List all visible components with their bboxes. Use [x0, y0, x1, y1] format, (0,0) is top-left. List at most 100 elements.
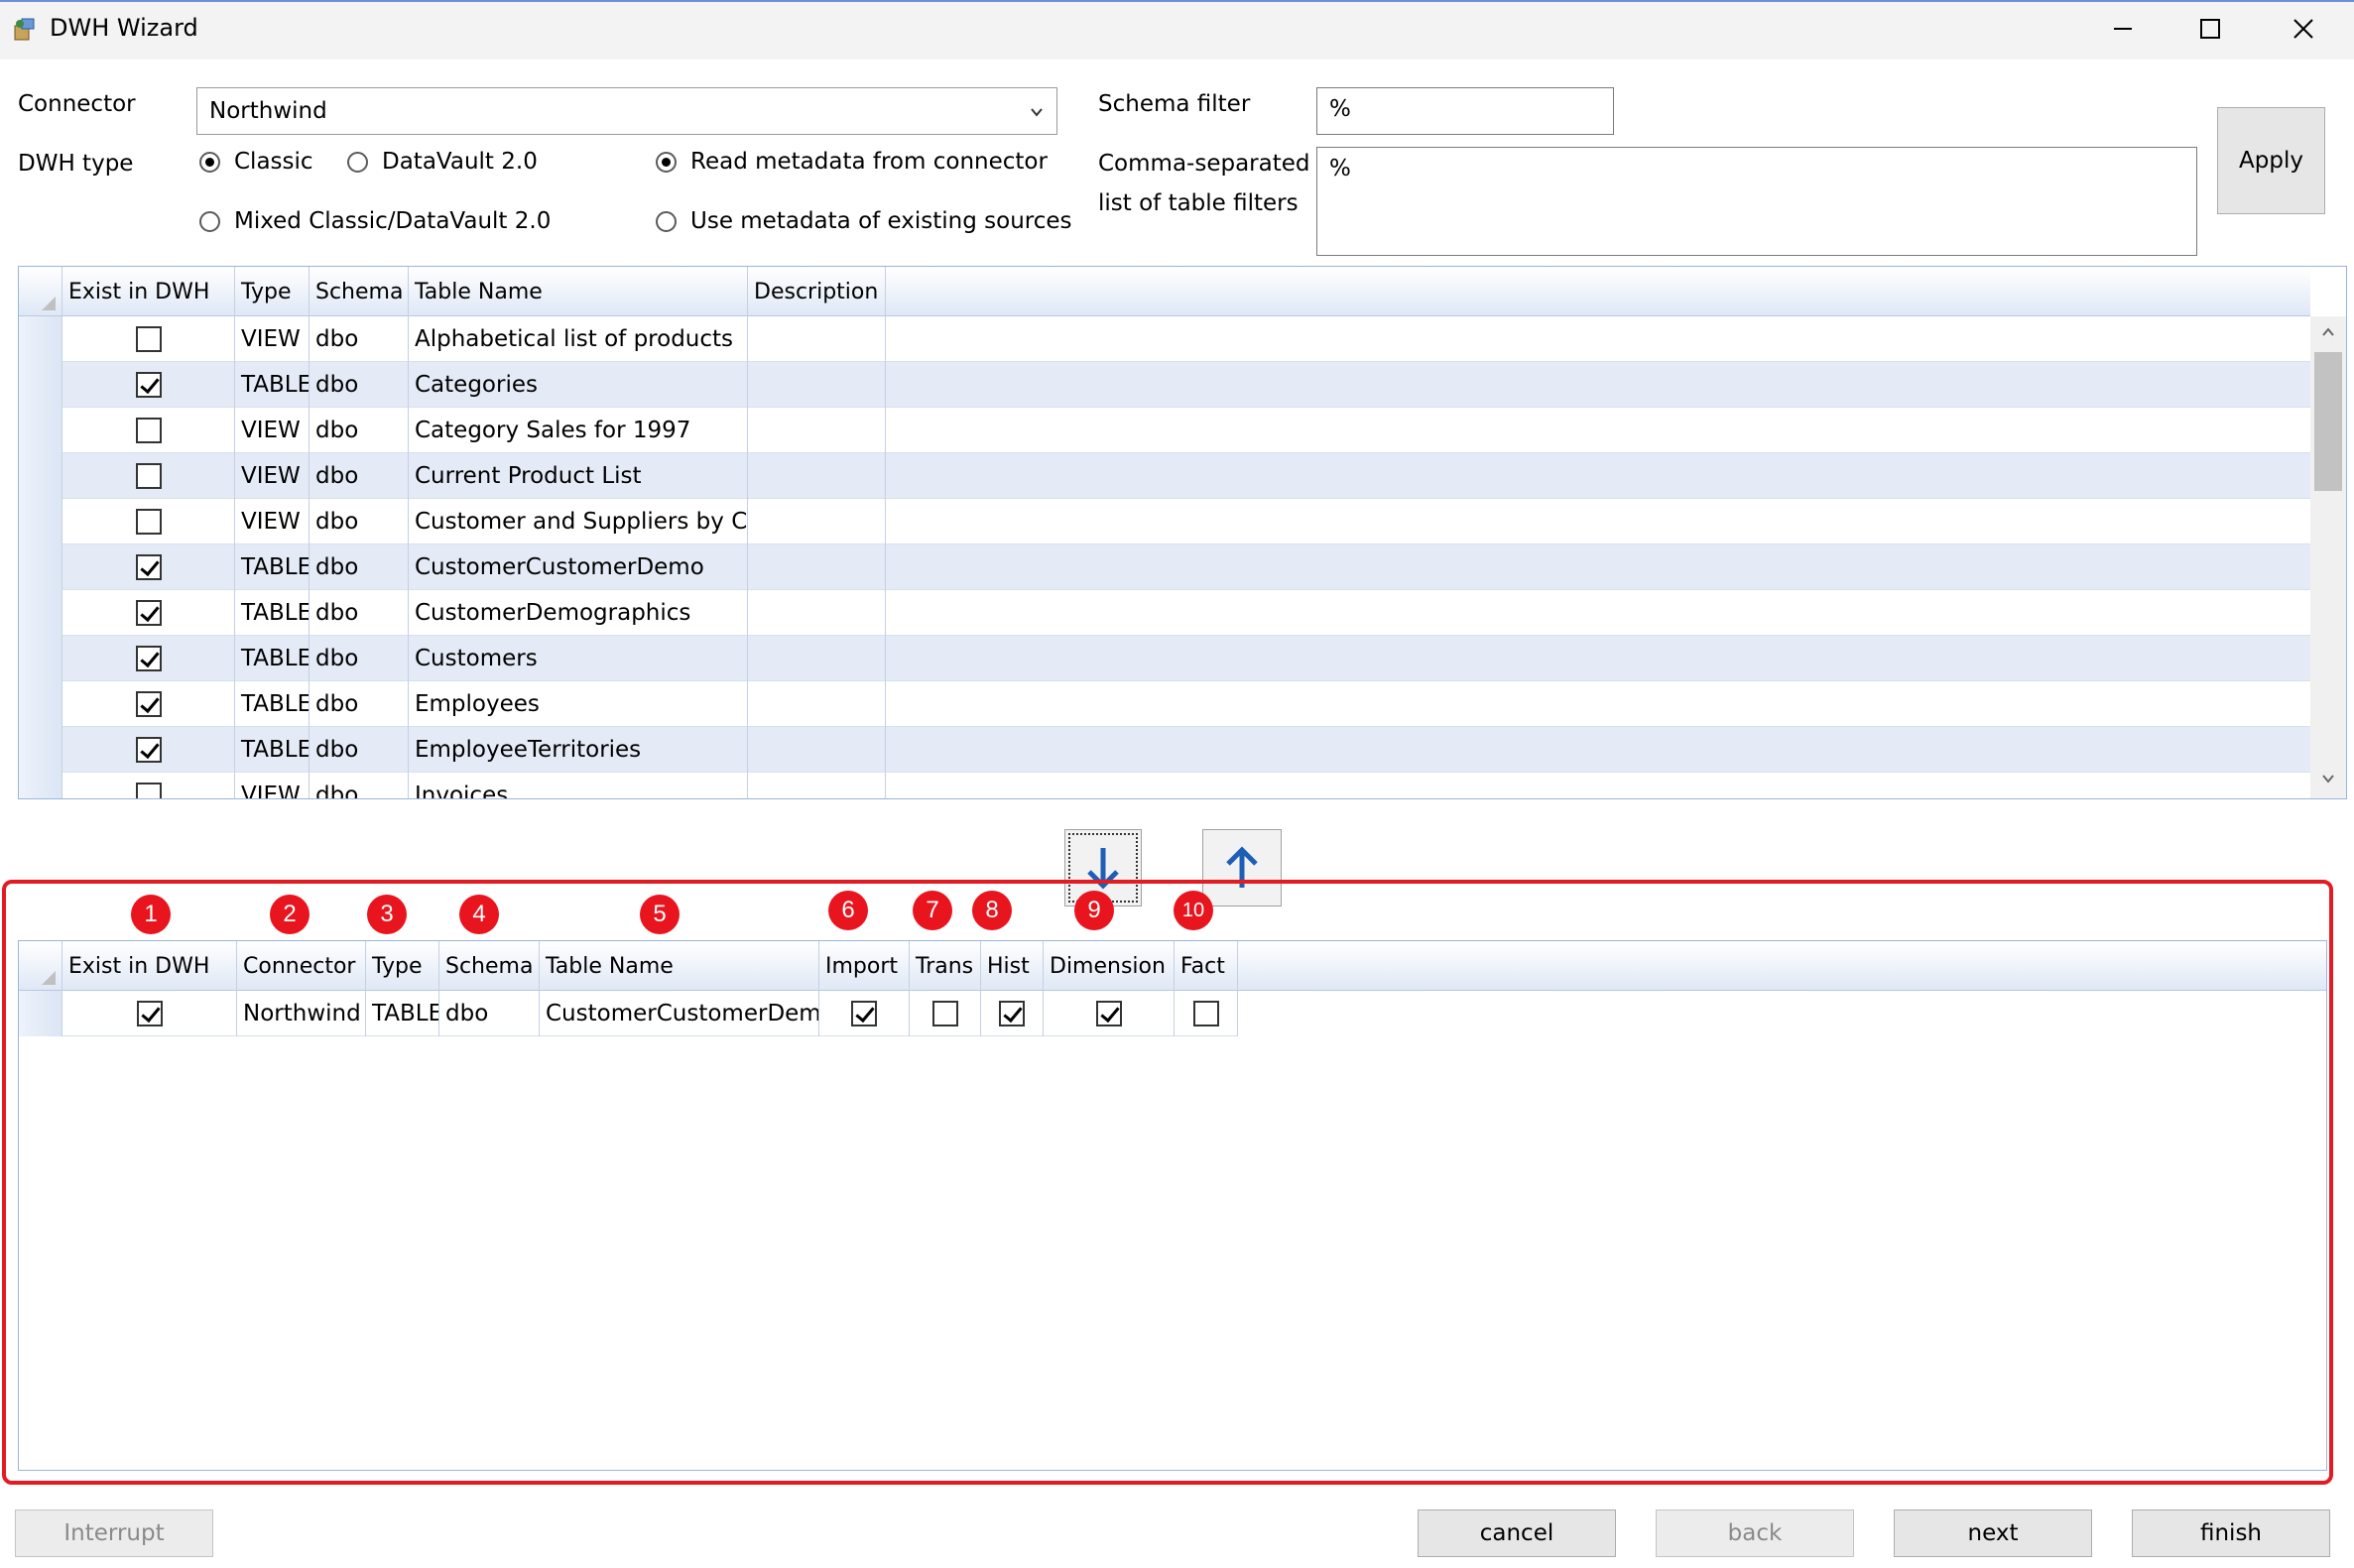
radio-datavault-circle — [347, 151, 368, 173]
sel-col-schema[interactable]: Schema — [439, 941, 540, 991]
radio-mixed[interactable]: Mixed Classic/DataVault 2.0 — [199, 208, 551, 234]
col-schema[interactable]: Schema — [310, 267, 409, 316]
radio-read-metadata[interactable]: Read metadata from connector — [656, 149, 1048, 175]
apply-button[interactable]: Apply — [2217, 107, 2325, 214]
col-type[interactable]: Type — [235, 267, 310, 316]
finish-button[interactable]: finish — [2132, 1509, 2330, 1557]
row-header[interactable] — [19, 590, 62, 636]
table-row[interactable]: TABLE dbo Categories — [19, 362, 2310, 408]
scrollbar-thumb[interactable] — [2314, 352, 2342, 491]
table-row[interactable]: TABLE dbo CustomerCustomerDemo — [19, 544, 2310, 590]
table-row[interactable]: TABLE dbo Customers — [19, 636, 2310, 681]
radio-classic[interactable]: Classic — [199, 149, 313, 175]
import-checkbox[interactable] — [851, 1001, 877, 1026]
table-row[interactable]: TABLE dbo CustomerDemographics — [19, 590, 2310, 636]
source-tables-grid[interactable]: Exist in DWH Type Schema Table Name Desc… — [18, 266, 2347, 799]
row-header[interactable] — [19, 499, 62, 544]
col-description[interactable]: Description — [748, 267, 886, 316]
table-row[interactable]: VIEW dbo Invoices — [19, 773, 2310, 798]
row-header[interactable] — [19, 727, 62, 773]
sel-col-exist-in-dwh[interactable]: Exist in DWH — [62, 941, 237, 991]
maximize-button[interactable] — [2165, 0, 2256, 58]
row-table-name: Invoices — [409, 773, 748, 798]
exist-in-dwh-checkbox[interactable] — [135, 554, 162, 580]
row-header[interactable] — [19, 362, 62, 408]
selected-tables-grid[interactable]: Exist in DWH Connector Type Schema Table… — [18, 940, 2327, 1471]
schema-filter-input[interactable]: % — [1316, 87, 1614, 135]
minimize-button[interactable] — [2077, 0, 2168, 58]
exist-in-dwh-cell — [62, 316, 235, 362]
row-header[interactable] — [19, 773, 62, 798]
table-row[interactable]: VIEW dbo Customer and Suppliers by City — [19, 499, 2310, 544]
vertical-scrollbar[interactable] — [2310, 316, 2346, 798]
row-header[interactable] — [19, 316, 62, 362]
row-table-name: CustomerDemographics — [409, 590, 748, 636]
exist-in-dwh-checkbox[interactable] — [135, 737, 162, 763]
dimension-checkbox[interactable] — [1095, 1001, 1122, 1026]
trans-cell — [910, 991, 981, 1036]
table-row[interactable]: TABLE dbo Employees — [19, 681, 2310, 727]
scroll-up-icon[interactable] — [2320, 324, 2336, 340]
table-row[interactable]: VIEW dbo Category Sales for 1997 — [19, 408, 2310, 453]
maximize-icon — [2200, 19, 2220, 39]
table-row[interactable]: VIEW dbo Alphabetical list of products — [19, 316, 2310, 362]
exist-in-dwh-cell — [62, 590, 235, 636]
exist-in-dwh-checkbox[interactable] — [135, 509, 162, 535]
sel-col-trans[interactable]: Trans — [910, 941, 981, 991]
exist-in-dwh-checkbox[interactable] — [135, 372, 162, 398]
sel-col-hist[interactable]: Hist — [981, 941, 1044, 991]
exist-in-dwh-checkbox[interactable] — [135, 326, 162, 352]
next-button[interactable]: next — [1894, 1509, 2092, 1557]
row-type: TABLE — [366, 991, 439, 1036]
badge-6: 6 — [828, 891, 868, 930]
row-header[interactable] — [19, 453, 62, 499]
exist-in-dwh-checkbox[interactable] — [135, 646, 162, 671]
row-header[interactable] — [19, 408, 62, 453]
sel-col-import[interactable]: Import — [819, 941, 910, 991]
table-filters-input[interactable]: % — [1316, 147, 2197, 256]
selected-table-row[interactable]: Northwind TABLE dbo CustomerCustomerDemo — [19, 991, 1238, 1036]
fact-checkbox[interactable] — [1192, 1001, 1219, 1026]
badge-10: 10 — [1174, 891, 1213, 930]
sel-col-table-name[interactable]: Table Name — [540, 941, 819, 991]
radio-datavault[interactable]: DataVault 2.0 — [347, 149, 538, 175]
row-schema: dbo — [439, 991, 540, 1036]
trans-checkbox[interactable] — [931, 1001, 958, 1026]
col-exist-in-dwh[interactable]: Exist in DWH — [62, 267, 235, 316]
exist-in-dwh-checkbox[interactable] — [135, 783, 162, 798]
sel-col-connector[interactable]: Connector — [237, 941, 366, 991]
radio-existing-metadata[interactable]: Use metadata of existing sources — [656, 208, 1072, 234]
exist-in-dwh-cell — [62, 727, 235, 773]
radio-datavault-label: DataVault 2.0 — [382, 149, 538, 175]
interrupt-button[interactable]: Interrupt — [15, 1509, 213, 1557]
fact-cell — [1175, 991, 1238, 1036]
row-header[interactable] — [19, 991, 62, 1036]
exist-in-dwh-checkbox[interactable] — [135, 600, 162, 626]
row-header[interactable] — [19, 636, 62, 681]
sel-col-type[interactable]: Type — [366, 941, 439, 991]
select-all-corner-2[interactable] — [19, 941, 62, 991]
exist-in-dwh-checkbox[interactable] — [135, 691, 162, 717]
scroll-down-icon[interactable] — [2320, 771, 2336, 786]
dimension-cell — [1044, 991, 1175, 1036]
exist-in-dwh-checkbox[interactable] — [135, 418, 162, 443]
hist-checkbox[interactable] — [999, 1001, 1025, 1026]
exist-in-dwh-checkbox[interactable] — [135, 463, 162, 489]
cancel-button[interactable]: cancel — [1418, 1509, 1616, 1557]
sel-col-dimension[interactable]: Dimension — [1044, 941, 1175, 991]
sel-col-fact[interactable]: Fact — [1175, 941, 1238, 991]
close-button[interactable] — [2258, 0, 2349, 58]
exist-in-dwh-checkbox[interactable] — [136, 1001, 163, 1026]
back-button[interactable]: back — [1656, 1509, 1854, 1557]
table-row[interactable]: VIEW dbo Current Product List — [19, 453, 2310, 499]
row-table-name: EmployeeTerritories — [409, 727, 748, 773]
table-row[interactable]: TABLE dbo EmployeeTerritories — [19, 727, 2310, 773]
row-header[interactable] — [19, 544, 62, 590]
col-table-name[interactable]: Table Name — [409, 267, 748, 316]
row-schema: dbo — [310, 636, 409, 681]
connector-dropdown[interactable]: Northwind — [196, 87, 1057, 135]
row-header[interactable] — [19, 681, 62, 727]
select-all-corner[interactable] — [19, 267, 62, 316]
radio-read-metadata-label: Read metadata from connector — [690, 149, 1048, 175]
row-description — [748, 499, 886, 544]
